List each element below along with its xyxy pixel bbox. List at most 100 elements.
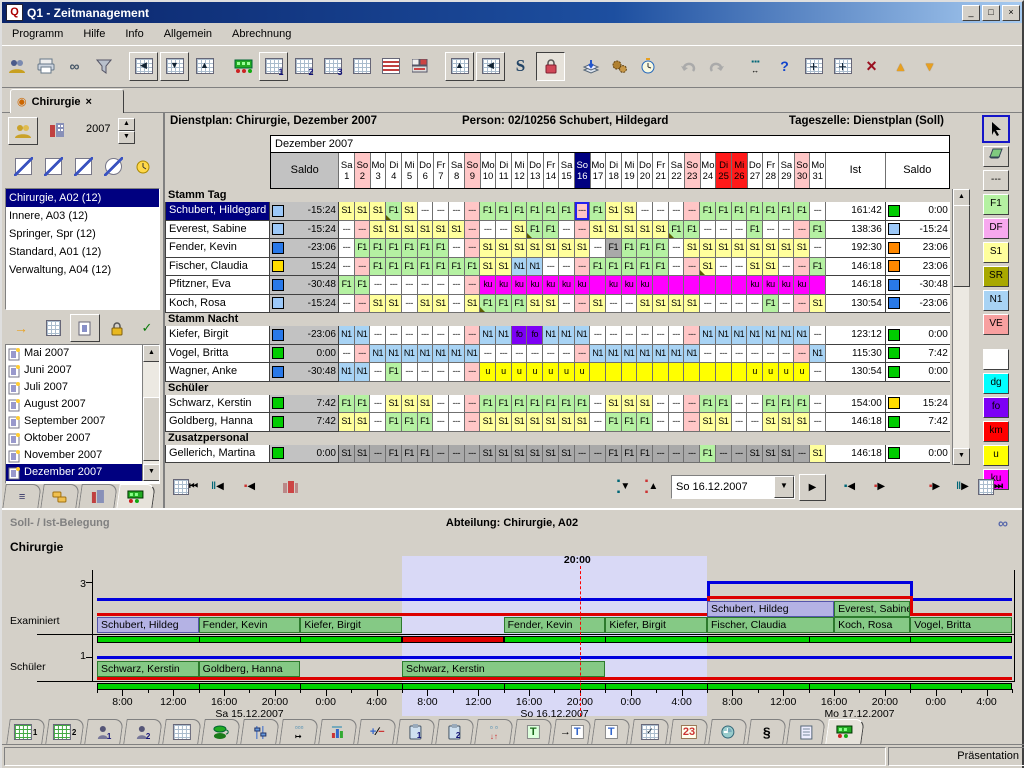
shift-cell-9[interactable]: ---	[465, 363, 481, 382]
view-tab-clipboard-1[interactable]: 1	[396, 719, 436, 744]
shift-cell-27[interactable]: ku	[747, 276, 763, 295]
shift-cell-5[interactable]: ---	[402, 276, 418, 295]
scroll-down-icon[interactable]: ▼	[143, 464, 160, 481]
staff-bar[interactable]: Everest, Sabine	[834, 601, 910, 617]
plan-3-icon[interactable]: 3	[319, 53, 346, 80]
shift-cell-2[interactable]: F1	[355, 239, 371, 258]
shift-cell-3[interactable]: ---	[370, 276, 386, 295]
code-button-N1[interactable]: N1	[983, 290, 1009, 311]
shift-cell-31[interactable]: ---	[810, 413, 826, 432]
shift-cell-10[interactable]: ---	[480, 345, 496, 364]
shift-cell-29[interactable]: F1	[779, 202, 795, 221]
shift-cell-14[interactable]: S1	[543, 295, 559, 314]
day-header-19[interactable]: Mi19	[622, 153, 638, 188]
shift-cell-24[interactable]: ---	[700, 221, 716, 240]
shift-cell-13[interactable]: ku	[527, 276, 543, 295]
arrow-tool-icon[interactable]	[982, 115, 1010, 143]
shift-cell-12[interactable]: u	[512, 363, 528, 382]
shift-cell-22[interactable]: ---	[669, 326, 685, 345]
shift-cell-3[interactable]: F1	[370, 239, 386, 258]
shift-cell-27[interactable]: F1	[747, 221, 763, 240]
shift-cell-4[interactable]: N1	[386, 345, 402, 364]
shift-cell-8[interactable]: N1	[449, 345, 465, 364]
nav-last-day-button[interactable]: ⏭	[978, 474, 1003, 499]
nav-next-match-button[interactable]: ▪▶	[867, 474, 892, 499]
shift-cell-9[interactable]: ---	[465, 221, 481, 240]
shift-cell-12[interactable]: N1	[512, 258, 528, 277]
department-list[interactable]: Chirurgie, A02 (12)Innere, A03 (12)Sprin…	[5, 188, 160, 310]
shift-cell-29[interactable]: u	[779, 363, 795, 382]
shift-cell-4[interactable]: F1	[386, 413, 402, 432]
shift-cell-8[interactable]: ---	[449, 445, 465, 464]
gears-icon[interactable]	[606, 53, 633, 80]
shift-cell-14[interactable]: S1	[543, 239, 559, 258]
shift-cell-16[interactable]: S1	[575, 239, 591, 258]
shift-cell-6[interactable]: S1	[418, 221, 434, 240]
shift-cell-23[interactable]: ---	[684, 202, 700, 221]
day-header-20[interactable]: Do20	[638, 153, 654, 188]
shift-cell-13[interactable]: N1	[527, 258, 543, 277]
plan-2-icon[interactable]: 2	[290, 53, 317, 80]
shift-cell-4[interactable]: F1	[386, 258, 402, 277]
shift-cell-8[interactable]: ---	[449, 413, 465, 432]
shift-cell-28[interactable]: S1	[763, 413, 779, 432]
shift-cell-16[interactable]: ku	[575, 276, 591, 295]
shift-cell-13[interactable]: ---	[527, 345, 543, 364]
shift-cell-10[interactable]: S1	[480, 258, 496, 277]
title-bar[interactable]: Q Q1 - Zeitmanagement _ □ ×	[2, 2, 1022, 23]
shift-cell-17[interactable]	[590, 276, 606, 295]
shift-cell-12[interactable]: fo	[512, 326, 528, 345]
shift-cell-28[interactable]: N1	[763, 326, 779, 345]
view-tab-factory[interactable]	[825, 719, 865, 744]
shift-cell-7[interactable]: S1	[433, 295, 449, 314]
shift-cell-3[interactable]: S1	[370, 221, 386, 240]
shift-cell-28[interactable]: F1	[763, 295, 779, 314]
list-new-button[interactable]	[38, 314, 68, 342]
shift-cell-13[interactable]: S1	[527, 295, 543, 314]
shift-cell-26[interactable]: N1	[732, 326, 748, 345]
menu-hilfe[interactable]: Hilfe	[73, 25, 115, 43]
shift-cell-8[interactable]: ---	[449, 239, 465, 258]
shift-cell-10[interactable]: N1	[480, 326, 496, 345]
shift-cell-24[interactable]: ---	[700, 295, 716, 314]
shift-cell-15[interactable]: ---	[559, 221, 575, 240]
shift-cell-1[interactable]: S1	[339, 413, 355, 432]
view-tab-person-2[interactable]: 2	[123, 719, 163, 744]
shift-cell-26[interactable]: ---	[732, 395, 748, 414]
shift-cell-23[interactable]: ---	[684, 445, 700, 464]
shift-cell-31[interactable]: F1	[810, 258, 826, 277]
shift-cell-19[interactable]: F1	[622, 239, 638, 258]
shift-left-icon[interactable]: ◀	[476, 52, 505, 81]
menu-info[interactable]: Info	[115, 25, 153, 43]
shift-cell-8[interactable]: ---	[449, 202, 465, 221]
shift-cell-8[interactable]: ---	[449, 395, 465, 414]
check-button[interactable]: ✓	[132, 314, 162, 342]
shift-cell-12[interactable]: S1	[512, 221, 528, 240]
shift-cell-14[interactable]: ---	[543, 345, 559, 364]
shift-cell-14[interactable]: u	[543, 363, 559, 382]
shift-cell-2[interactable]: ---	[355, 295, 371, 314]
shift-cell-6[interactable]: ---	[418, 202, 434, 221]
day-header-23[interactable]: So23	[685, 153, 701, 188]
shift-cell-28[interactable]: F1	[763, 202, 779, 221]
shift-cell-11[interactable]: u	[496, 363, 512, 382]
shift-cell-19[interactable]: S1	[622, 221, 638, 240]
shift-cell-24[interactable]	[700, 363, 716, 382]
shift-cell-18[interactable]: S1	[606, 221, 622, 240]
department-item[interactable]: Chirurgie, A02 (12)	[6, 189, 159, 207]
shift-cell-6[interactable]: ---	[418, 363, 434, 382]
shift-cell-7[interactable]: N1	[433, 345, 449, 364]
shift-cell-22[interactable]: ---	[669, 395, 685, 414]
menu-allgemein[interactable]: Allgemein	[154, 25, 222, 43]
shift-cell-23[interactable]: N1	[684, 345, 700, 364]
month-item[interactable]: September 2007	[6, 413, 159, 430]
shift-cell-6[interactable]: F1	[418, 258, 434, 277]
scroll-thumb[interactable]	[143, 397, 160, 461]
shift-cell-7[interactable]: ---	[433, 202, 449, 221]
view-tab-plus-minus[interactable]: +∕−	[357, 719, 397, 744]
shift-cell-9[interactable]: F1	[465, 258, 481, 277]
shift-cell-20[interactable]: F1	[637, 258, 653, 277]
pane-first-icon[interactable]: ◀	[129, 52, 158, 81]
shift-cell-27[interactable]: u	[747, 363, 763, 382]
day-header-4[interactable]: Di4	[386, 153, 402, 188]
